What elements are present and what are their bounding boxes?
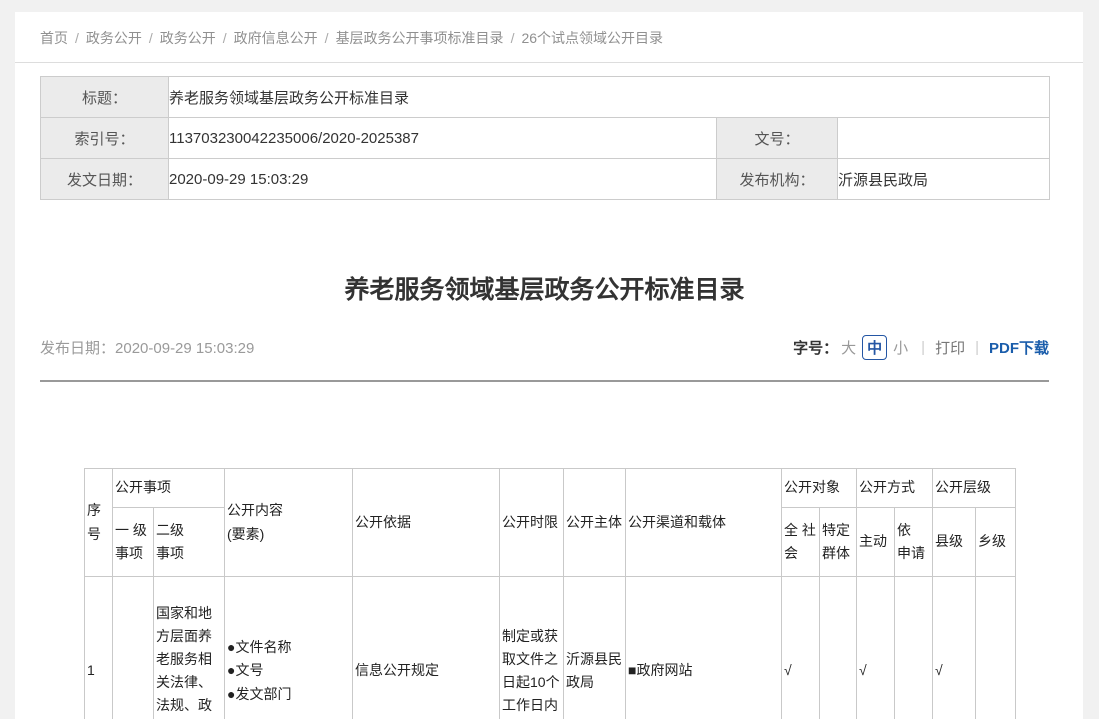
header-method-active: 主动: [857, 508, 895, 577]
table-row: 1 国家和地方层面养老服务相关法律、法规、政策文件 ●文件名称 ●文号 ●发文部…: [85, 577, 1016, 719]
breadcrumb-separator: /: [511, 30, 515, 46]
meta-agency-label: 发布机构：: [717, 159, 838, 200]
cell-level-town: [976, 577, 1016, 719]
publish-date-value: 2020-09-29 15:03:29: [115, 340, 254, 357]
cell-seq: 1: [85, 577, 113, 719]
meta-row-date: 发文日期： 2020-09-29 15:03:29 发布机构： 沂源县民政局: [41, 159, 1050, 200]
catalog-table: 序号 公开事项 公开内容 (要素) 公开依据 公开时限 公开主体 公开渠道和载体…: [84, 468, 1016, 719]
meta-index-value: 113703230042235006/2020-2025387: [169, 118, 717, 159]
breadcrumb-item-3[interactable]: 政府信息公开: [234, 30, 318, 46]
header-audience-all: 全 社会: [782, 508, 820, 577]
cell-item-l1: [113, 577, 154, 719]
breadcrumb-item-current[interactable]: 26个试点领域公开目录: [521, 30, 663, 46]
meta-date-label: 发文日期：: [41, 159, 169, 200]
cell-audience-all: √: [782, 577, 820, 719]
fontsize-small-button[interactable]: 小: [893, 337, 908, 358]
cell-channel: ■政府网站: [626, 577, 782, 719]
article-tools: 字号： 大 中 小 | 打印 | PDF下载: [793, 335, 1049, 360]
breadcrumb-separator: /: [325, 30, 329, 46]
cell-method-request: [895, 577, 933, 719]
cell-item-l2: 国家和地方层面养老服务相关法律、法规、政策文件: [154, 577, 225, 719]
publish-date: 发布日期：2020-09-29 15:03:29: [40, 337, 254, 358]
cell-basis: 信息公开规定: [353, 577, 500, 719]
header-subject: 公开主体: [564, 469, 626, 577]
section-divider: [40, 380, 1049, 382]
header-basis: 公开依据: [353, 469, 500, 577]
publish-toolbar: 发布日期：2020-09-29 15:03:29 字号： 大 中 小 | 打印 …: [40, 335, 1049, 360]
header-row-1: 序号 公开事项 公开内容 (要素) 公开依据 公开时限 公开主体 公开渠道和载体…: [85, 469, 1016, 508]
header-seq: 序号: [85, 469, 113, 577]
meta-title-value: 养老服务领域基层政务公开标准目录: [169, 77, 1050, 118]
header-method-request: 依 申请: [895, 508, 933, 577]
document-meta-table: 标题： 养老服务领域基层政务公开标准目录 索引号： 11370323004223…: [40, 76, 1050, 200]
toolbar-divider: |: [975, 339, 979, 356]
header-item-l1: 一 级事项: [113, 508, 154, 577]
page-container: 首页 / 政务公开 / 政务公开 / 政府信息公开 / 基层政务公开事项标准目录 / 26个试点领域…: [15, 12, 1083, 719]
fontsize-large-button[interactable]: 大: [841, 337, 856, 358]
publish-date-label: 发布日期：: [40, 340, 115, 357]
page-title: 养老服务领域基层政务公开标准目录: [40, 273, 1049, 307]
print-button[interactable]: 打印: [935, 337, 965, 358]
header-channel: 公开渠道和载体: [626, 469, 782, 577]
toolbar-divider: |: [921, 339, 925, 356]
header-audience-group: 公开对象: [782, 469, 857, 508]
meta-index-label: 索引号：: [41, 118, 169, 159]
header-level-group: 公开层级: [933, 469, 1016, 508]
cell-time-limit: 制定或获取文件之日起10个工作日内: [500, 577, 564, 719]
header-item-l2: 二级 事项: [154, 508, 225, 577]
breadcrumb-item-1[interactable]: 政务公开: [86, 30, 142, 46]
breadcrumb-separator: /: [223, 30, 227, 46]
meta-date-value: 2020-09-29 15:03:29: [169, 159, 717, 200]
header-method-group: 公开方式: [857, 469, 933, 508]
fontsize-medium-button[interactable]: 中: [862, 335, 887, 360]
meta-title-label: 标题：: [41, 77, 169, 118]
meta-row-title: 标题： 养老服务领域基层政务公开标准目录: [41, 77, 1050, 118]
meta-docnum-value: [838, 118, 1050, 159]
header-audience-specific: 特定 群体: [820, 508, 857, 577]
breadcrumb-item-2[interactable]: 政务公开: [160, 30, 216, 46]
fontsize-label: 字号：: [793, 337, 838, 358]
cell-content: ●文件名称 ●文号 ●发文部门: [225, 577, 353, 719]
header-level-county: 县级: [933, 508, 976, 577]
meta-docnum-label: 文号：: [717, 118, 838, 159]
header-item-group: 公开事项: [113, 469, 225, 508]
breadcrumb-home[interactable]: 首页: [40, 30, 68, 46]
header-level-town: 乡级: [976, 508, 1016, 577]
cell-level-county: √: [933, 577, 976, 719]
cell-method-active: √: [857, 577, 895, 719]
breadcrumb: 首页 / 政务公开 / 政务公开 / 政府信息公开 / 基层政务公开事项标准目录 / 26个试点领域…: [15, 12, 1083, 63]
meta-row-index: 索引号： 113703230042235006/2020-2025387 文号：: [41, 118, 1050, 159]
cell-audience-specific: [820, 577, 857, 719]
header-time-limit: 公开时限: [500, 469, 564, 577]
pdf-download-button[interactable]: PDF下载: [989, 337, 1049, 358]
cell-subject: 沂源县民政局: [564, 577, 626, 719]
meta-agency-value: 沂源县民政局: [838, 159, 1050, 200]
breadcrumb-separator: /: [149, 30, 153, 46]
breadcrumb-separator: /: [75, 30, 79, 46]
breadcrumb-item-4[interactable]: 基层政务公开事项标准目录: [336, 30, 504, 46]
header-content: 公开内容 (要素): [225, 469, 353, 577]
